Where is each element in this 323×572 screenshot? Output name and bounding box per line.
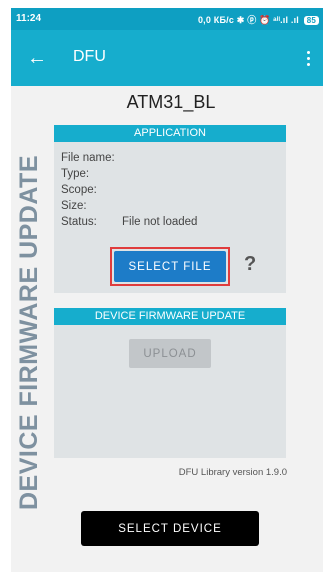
- status-bar: 11:24 0,0 КБ/с ✱ ⓟ ⏰ ᵃⁱˡ.ıl .ıl 85: [11, 8, 323, 30]
- file-info-row: Size:: [61, 198, 286, 214]
- file-info-row: Status: File not loaded: [61, 214, 286, 230]
- status-value: File not loaded: [122, 216, 198, 228]
- file-info-row: Type:: [61, 166, 286, 182]
- side-title-text: DEVICE FIRMWARE UPDATE: [14, 154, 43, 510]
- application-panel: APPLICATION File name: Type: Scope: Size…: [54, 125, 286, 293]
- app-screen: 11:24 0,0 КБ/с ✱ ⓟ ⏰ ᵃⁱˡ.ıl .ıl 85 ← DFU…: [11, 8, 323, 572]
- select-file-button[interactable]: SELECT FILE: [114, 251, 226, 282]
- device-name: ATM31_BL: [126, 92, 216, 112]
- dfu-panel-header: DEVICE FIRMWARE UPDATE: [54, 308, 286, 325]
- app-bar: ← DFU: [11, 30, 323, 86]
- field-label: Scope:: [61, 184, 97, 196]
- library-version: DFU Library version 1.9.0: [178, 467, 287, 478]
- field-label: Type:: [61, 168, 90, 180]
- field-label: Status:: [61, 216, 97, 228]
- field-label: File name:: [61, 152, 115, 164]
- upload-button[interactable]: UPLOAD: [129, 339, 211, 368]
- status-indicators: 0,0 КБ/с ✱ ⓟ ⏰ ᵃⁱˡ.ıl .ıl 85: [198, 13, 319, 26]
- more-vertical-icon[interactable]: [301, 46, 315, 70]
- status-time: 11:24: [16, 13, 42, 24]
- app-bar-title: DFU: [73, 48, 106, 65]
- battery-icon: 85: [303, 16, 319, 25]
- dfu-panel: DEVICE FIRMWARE UPDATE UPLOAD: [54, 308, 286, 458]
- arrow-left-icon[interactable]: ←: [25, 46, 49, 70]
- application-panel-header: APPLICATION: [54, 125, 286, 142]
- field-label: Size:: [61, 200, 87, 212]
- file-info: File name: Type: Scope: Size: Status: Fi…: [54, 142, 286, 230]
- select-device-button[interactable]: SELECT DEVICE: [81, 511, 259, 546]
- file-info-row: Scope:: [61, 182, 286, 198]
- help-icon[interactable]: ?: [244, 253, 256, 276]
- side-title: DEVICE FIRMWARE UPDATE: [13, 148, 45, 516]
- status-indicators-text: 0,0 КБ/с ✱ ⓟ ⏰ ᵃⁱˡ.ıl .ıl: [197, 15, 299, 25]
- file-info-row: File name:: [61, 150, 286, 166]
